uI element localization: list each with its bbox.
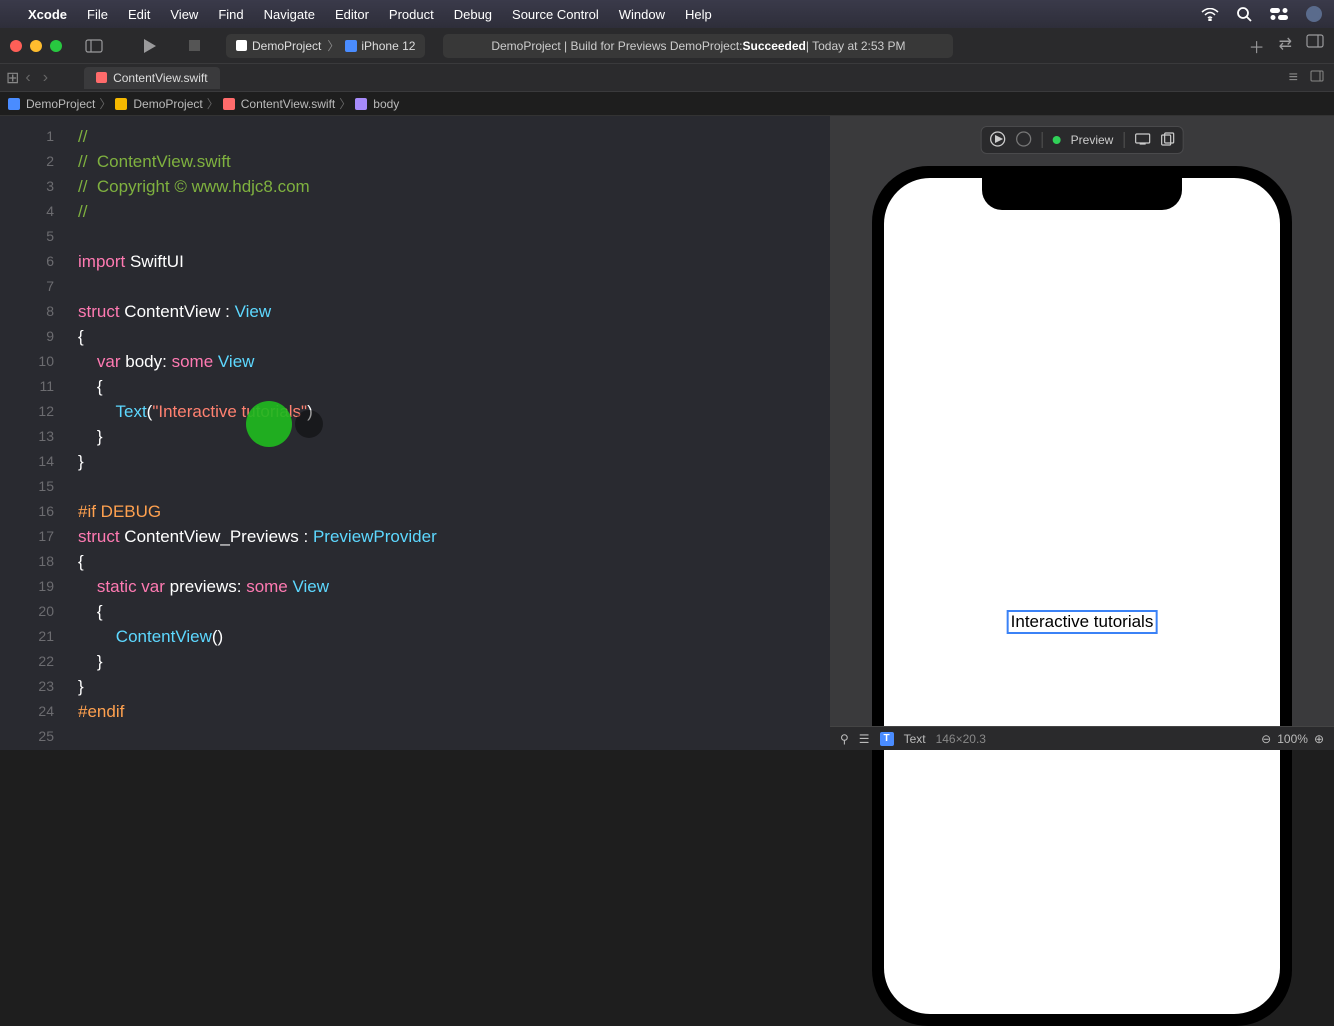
activity-status: DemoProject | Build for Previews DemoPro…	[443, 34, 953, 58]
xcode-window: DemoProject 〉 iPhone 12 DemoProject | Bu…	[0, 28, 1334, 750]
property-icon	[355, 98, 367, 110]
canvas-preview: Preview Interactive tutorials ⚲ ☰ T Text…	[830, 116, 1334, 750]
menu-find[interactable]: Find	[218, 7, 243, 22]
run-button[interactable]	[136, 34, 164, 58]
preview-text-selected[interactable]: Interactive tutorials	[1007, 610, 1158, 634]
scheme-project: DemoProject	[252, 39, 321, 53]
menu-help[interactable]: Help	[685, 7, 712, 22]
cursor-indicator-shadow	[295, 410, 323, 438]
scheme-selector[interactable]: DemoProject 〉 iPhone 12	[226, 34, 425, 58]
jump-bar[interactable]: DemoProject 〉 DemoProject 〉 ContentView.…	[0, 92, 1334, 116]
preview-label[interactable]: Preview	[1071, 133, 1114, 147]
main-split: 1234567891011121314151617181920212223242…	[0, 116, 1334, 750]
menu-debug[interactable]: Debug	[454, 7, 492, 22]
live-indicator-icon	[1053, 136, 1061, 144]
adjust-editor-icon[interactable]	[1310, 69, 1324, 87]
line-gutter: 1234567891011121314151617181920212223242…	[0, 124, 68, 749]
library-icon[interactable]: ⇄	[1279, 34, 1292, 58]
device-frame: Interactive tutorials	[872, 166, 1292, 1026]
window-controls	[10, 40, 62, 52]
wifi-icon[interactable]	[1201, 8, 1219, 21]
macos-menubar: Xcode File Edit View Find Navigate Edito…	[0, 0, 1334, 28]
file-tab[interactable]: ContentView.swift	[84, 67, 220, 89]
pin-icon[interactable]: ⚲	[840, 732, 849, 746]
swift-file-icon	[96, 72, 107, 83]
text-type-icon: T	[880, 732, 894, 746]
bc-folder[interactable]: DemoProject	[133, 97, 202, 111]
sidebar-toggle-icon[interactable]	[80, 34, 108, 58]
bc-symbol[interactable]: body	[373, 97, 399, 111]
menu-source-control[interactable]: Source Control	[512, 7, 599, 22]
inspector-toggle-icon[interactable]	[1306, 34, 1324, 58]
adjust-icon[interactable]: ☰	[859, 732, 870, 746]
menu-file[interactable]: File	[87, 7, 108, 22]
tab-bar: ⊞ ‹ › ContentView.swift ≡	[0, 64, 1334, 92]
minimize-button[interactable]	[30, 40, 42, 52]
preview-toolbar: Preview	[981, 126, 1184, 154]
cursor-indicator	[246, 401, 292, 447]
selection-size: 146×20.3	[936, 732, 986, 746]
duplicate-preview-icon[interactable]	[1160, 132, 1174, 149]
project-icon	[8, 98, 20, 110]
code-content[interactable]: //// ContentView.swift// Copyright © www…	[78, 124, 822, 749]
scheme-device: iPhone 12	[361, 39, 415, 53]
bc-project[interactable]: DemoProject	[26, 97, 95, 111]
zoom-button[interactable]	[50, 40, 62, 52]
bc-file[interactable]: ContentView.swift	[241, 97, 336, 111]
menu-editor[interactable]: Editor	[335, 7, 369, 22]
folder-icon	[115, 98, 127, 110]
preview-play-icon[interactable]	[990, 131, 1006, 150]
user-icon[interactable]	[1306, 6, 1322, 22]
code-editor[interactable]: 1234567891011121314151617181920212223242…	[0, 116, 830, 750]
zoom-in-icon[interactable]: ⊕	[1314, 732, 1324, 746]
control-center-icon[interactable]	[1270, 8, 1288, 20]
preview-inspect-icon[interactable]	[1016, 131, 1032, 150]
close-button[interactable]	[10, 40, 22, 52]
menu-app[interactable]: Xcode	[28, 7, 67, 22]
spotlight-icon[interactable]	[1237, 7, 1252, 22]
forward-button[interactable]: ›	[43, 69, 48, 87]
menu-edit[interactable]: Edit	[128, 7, 150, 22]
selection-type: Text	[904, 732, 926, 746]
device-screen[interactable]: Interactive tutorials	[884, 178, 1280, 1014]
menu-view[interactable]: View	[170, 7, 198, 22]
related-items-icon[interactable]: ⊞	[6, 68, 19, 88]
tab-filename: ContentView.swift	[113, 71, 208, 85]
preview-status-bar: ⚲ ☰ T Text 146×20.3 ⊖ 100% ⊕	[830, 726, 1334, 750]
zoom-out-icon[interactable]: ⊖	[1261, 732, 1271, 746]
device-icon[interactable]	[1134, 133, 1150, 148]
menu-window[interactable]: Window	[619, 7, 665, 22]
add-icon[interactable]: ＋	[1249, 34, 1265, 58]
stop-button[interactable]	[180, 34, 208, 58]
swift-file-icon	[223, 98, 235, 110]
menu-navigate[interactable]: Navigate	[264, 7, 315, 22]
device-notch	[982, 178, 1182, 210]
back-button[interactable]: ‹	[25, 69, 30, 87]
minimap-icon[interactable]: ≡	[1289, 69, 1298, 87]
menu-product[interactable]: Product	[389, 7, 434, 22]
xcode-toolbar: DemoProject 〉 iPhone 12 DemoProject | Bu…	[0, 28, 1334, 64]
zoom-level[interactable]: 100%	[1277, 732, 1308, 746]
